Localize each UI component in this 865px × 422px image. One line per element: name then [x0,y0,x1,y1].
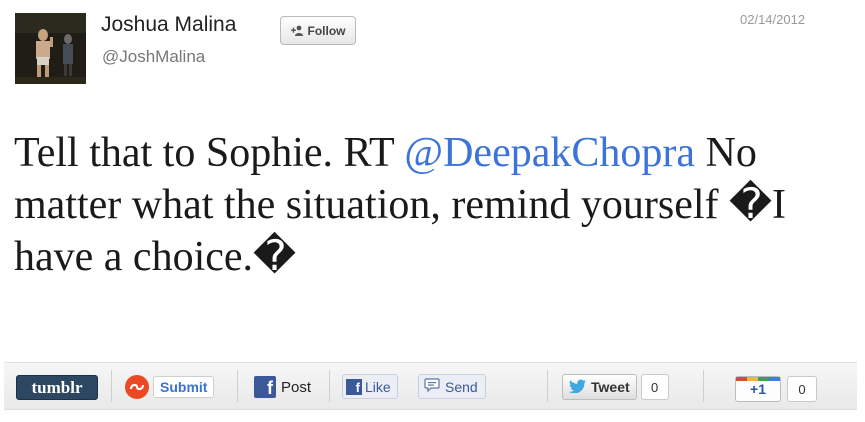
facebook-send-button[interactable]: Send [418,374,486,399]
facebook-like-button[interactable]: f Like [342,374,398,399]
google-plus-count: 0 [787,376,817,402]
facebook-post-label: Post [281,378,312,396]
divider [547,370,548,402]
divider [329,370,330,402]
tweet-date[interactable]: 02/14/2012 [740,12,805,27]
follow-label: Follow [307,23,346,38]
stumbleupon-label: Submit [153,376,215,398]
google-plus-button[interactable]: +1 [735,376,781,402]
user-handle[interactable]: @JoshMalina [102,47,205,67]
tweet-count: 0 [640,374,669,400]
divider [237,370,238,402]
divider [111,370,112,402]
facebook-like-label: Like [365,378,391,395]
follow-button[interactable]: Follow [280,16,356,45]
speech-bubble-icon [424,378,440,395]
facebook-post-button[interactable]: f Post [254,375,311,399]
facebook-icon: f [346,378,362,395]
tweet-button-group: Tweet 0 [562,374,669,400]
google-plus-label: +1 [750,381,766,397]
tweet-label: Tweet [591,379,630,395]
user-name[interactable]: Joshua Malina [101,13,236,37]
tumblr-button[interactable]: tumblr [16,375,98,400]
divider [703,370,704,402]
stumbleupon-icon [125,375,149,399]
tweet-text-start: Tell that to Sophie. RT [14,130,405,176]
facebook-icon: f [254,376,276,398]
share-bar: tumblr Submit f Post f Like Send Tweet 0… [4,362,857,410]
twitter-bird-icon [569,379,587,396]
tweet-text: Tell that to Sophie. RT @DeepakChopra No… [14,127,859,283]
facebook-send-label: Send [445,378,478,395]
google-plus-color-bar [736,377,780,381]
user-add-icon [290,25,305,37]
google-plus-group: +1 0 [735,375,817,403]
tweet-button[interactable]: Tweet [562,374,637,400]
stumbleupon-button[interactable]: Submit [125,374,215,400]
avatar[interactable] [15,13,86,84]
mention-link[interactable]: @DeepakChopra [404,130,695,176]
